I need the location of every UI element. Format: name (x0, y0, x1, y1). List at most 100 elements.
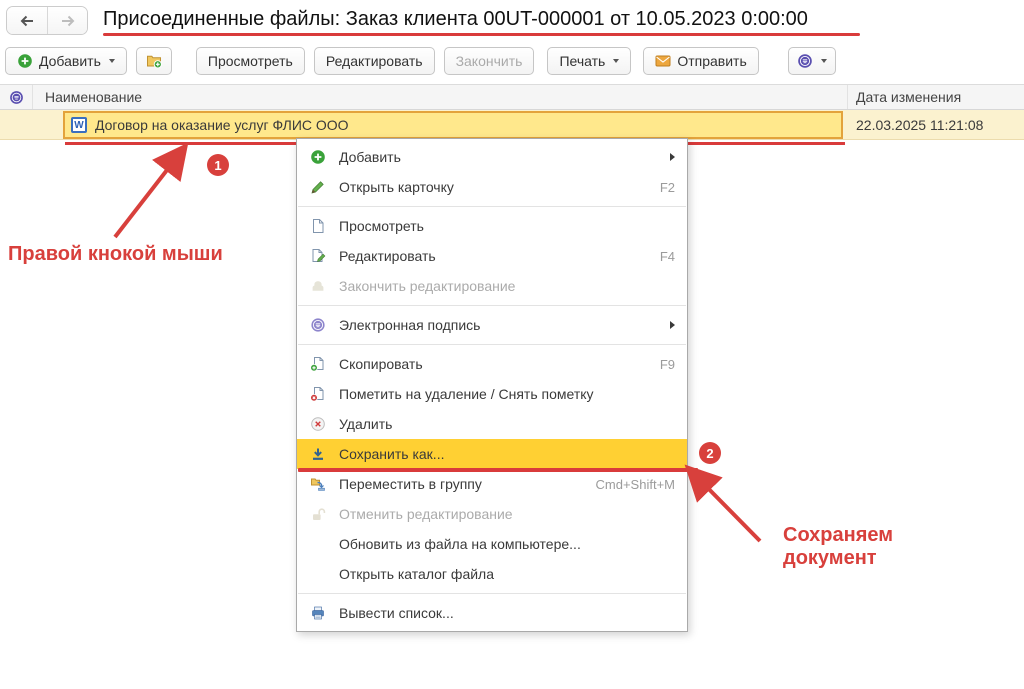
step-2-caption-line-1: Сохраняем (783, 524, 894, 546)
no-icon (309, 536, 327, 552)
menu-separator (298, 593, 686, 594)
menu-item-move-to-group[interactable]: Переместить в группу Cmd+Shift+M (297, 469, 687, 499)
menu-item-finish-editing[interactable]: Закончить редактирование (297, 271, 687, 301)
save-as-underline-annotation (298, 468, 698, 472)
finish-editing-icon (309, 278, 327, 294)
table-row[interactable]: W Договор на оказание услуг ФЛИС ООО 22.… (0, 110, 1024, 140)
menu-separator (298, 344, 686, 345)
edit-button[interactable]: Редактировать (313, 47, 435, 75)
page-title: Присоединенные файлы: Заказ клиента 00UT… (103, 8, 808, 30)
signature-icon (9, 90, 23, 104)
column-header-name[interactable]: Наименование (33, 85, 847, 109)
menu-item-label: Открыть карточку (339, 179, 454, 195)
menu-item-delete[interactable]: Удалить (297, 409, 687, 439)
chevron-down-icon (108, 59, 115, 63)
menu-item-shortcut: F4 (659, 248, 675, 264)
add-button[interactable]: Добавить (5, 47, 127, 75)
menu-item-label: Добавить (339, 149, 401, 165)
folder-add-icon (146, 55, 162, 69)
menu-item-update-from-file[interactable]: Обновить из файла на компьютере... (297, 529, 687, 559)
menu-item-cancel-editing[interactable]: Отменить редактирование (297, 499, 687, 529)
unlock-icon (309, 506, 327, 522)
menu-separator (298, 305, 686, 306)
menu-item-output-list[interactable]: Вывести список... (297, 598, 687, 628)
column-header-signature[interactable] (0, 85, 33, 109)
document-icon (309, 218, 327, 234)
save-as-icon (309, 446, 327, 462)
context-menu: Добавить Открыть карточку F2 Просмотреть… (296, 138, 698, 632)
column-header-label: Дата изменения (856, 89, 962, 105)
add-icon (309, 149, 327, 165)
step-1-caption: Правой кнокой мыши (8, 243, 223, 265)
delete-icon (309, 416, 327, 432)
menu-item-save-as[interactable]: Сохранить как... (297, 439, 698, 472)
submenu-arrow-icon (670, 153, 675, 161)
add-button-label: Добавить (39, 53, 101, 69)
signature-icon (309, 317, 327, 333)
step-1-badge: 1 (207, 154, 229, 176)
menu-item-shortcut: F2 (659, 179, 675, 195)
forward-arrow-icon (61, 15, 74, 26)
back-arrow-icon (20, 15, 33, 26)
column-header-modified[interactable]: Дата изменения (847, 85, 1024, 109)
no-icon (309, 566, 327, 582)
chevron-down-icon (820, 59, 827, 63)
menu-separator (298, 206, 686, 207)
send-button-label: Отправить (677, 53, 747, 69)
copy-icon (309, 356, 327, 372)
pencil-icon (309, 179, 327, 195)
menu-item-label: Обновить из файла на компьютере... (339, 536, 581, 552)
menu-item-label: Электронная подпись (339, 317, 481, 333)
print-button-label: Печать (559, 53, 606, 69)
add-icon (18, 54, 32, 68)
annotation-arrow-1 (113, 142, 189, 239)
table-header: Наименование Дата изменения (0, 84, 1024, 110)
back-button[interactable] (7, 7, 47, 34)
envelope-icon (655, 55, 671, 67)
menu-item-copy[interactable]: Скопировать F9 (297, 349, 687, 379)
column-header-label: Наименование (45, 89, 143, 105)
nav-history-group (6, 6, 88, 35)
file-name: Договор на оказание услуг ФЛИС ООО (95, 117, 349, 133)
menu-item-label: Переместить в группу (339, 476, 482, 492)
print-button[interactable]: Печать (547, 47, 632, 75)
menu-item-open-file-directory[interactable]: Открыть каталог файла (297, 559, 687, 589)
toolbar: Добавить Просмотреть Редактировать Закон… (5, 47, 836, 75)
menu-item-mark-deletion[interactable]: Пометить на удаление / Снять пометку (297, 379, 687, 409)
print-icon (309, 605, 327, 621)
submenu-arrow-icon (670, 321, 675, 329)
menu-item-add[interactable]: Добавить (297, 142, 687, 172)
attached-files-window: Присоединенные файлы: Заказ клиента 00UT… (0, 0, 1024, 689)
menu-item-label: Скопировать (339, 356, 423, 372)
menu-item-label: Просмотреть (339, 218, 424, 234)
view-button[interactable]: Просмотреть (195, 47, 305, 75)
menu-item-label: Редактировать (339, 248, 436, 264)
menu-item-shortcut: F9 (659, 356, 675, 372)
menu-item-shortcut: Cmd+Shift+M (595, 476, 675, 492)
step-2-caption-line-2: документ (783, 547, 877, 569)
create-folder-button[interactable] (135, 47, 172, 75)
send-button[interactable]: Отправить (643, 47, 759, 75)
menu-item-e-signature[interactable]: Электронная подпись (297, 310, 687, 340)
word-file-icon: W (71, 117, 87, 133)
document-edit-icon (309, 248, 327, 264)
menu-item-view[interactable]: Просмотреть (297, 211, 687, 241)
mark-deletion-icon (309, 386, 327, 402)
move-to-group-icon (309, 476, 327, 492)
title-underline-annotation (103, 33, 860, 36)
view-button-label: Просмотреть (207, 53, 293, 69)
signature-menu-button[interactable] (787, 47, 836, 75)
edit-button-label: Редактировать (325, 53, 423, 69)
file-modified-date: 22.03.2025 11:21:08 (856, 117, 984, 133)
signature-icon (797, 54, 812, 68)
finish-button-label: Закончить (455, 53, 523, 69)
menu-item-label: Открыть каталог файла (339, 566, 495, 582)
menu-item-edit[interactable]: Редактировать F4 (297, 241, 687, 271)
menu-item-label: Вывести список... (339, 605, 454, 621)
menu-item-label: Пометить на удаление / Снять пометку (339, 386, 594, 402)
annotation-arrow-2 (684, 464, 762, 543)
menu-item-open-card[interactable]: Открыть карточку F2 (297, 172, 687, 202)
selected-file-cell[interactable]: W Договор на оказание услуг ФЛИС ООО (63, 111, 843, 139)
finish-button[interactable]: Закончить (443, 47, 535, 75)
forward-button[interactable] (47, 7, 87, 34)
